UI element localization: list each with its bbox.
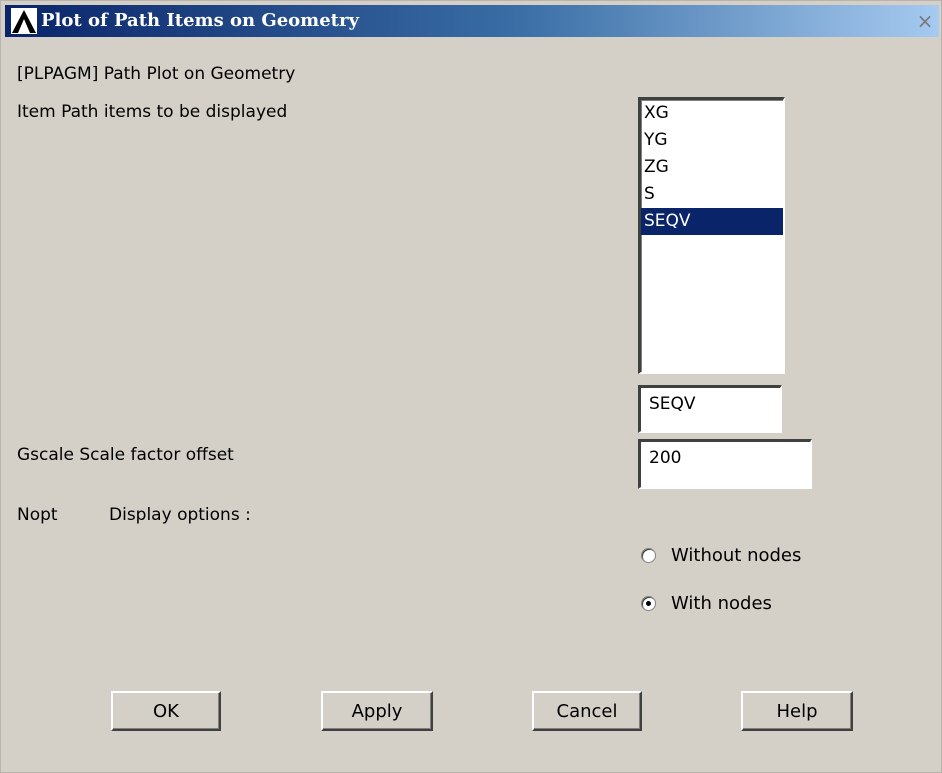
close-icon[interactable]: × [913, 9, 937, 33]
help-button[interactable]: Help [741, 691, 853, 731]
cancel-button[interactable]: Cancel [532, 691, 642, 731]
apply-button[interactable]: Apply [321, 691, 433, 731]
list-item[interactable]: XG [641, 100, 783, 127]
item-label: Item Path items to be displayed [17, 102, 288, 122]
command-label: [PLPAGM] Path Plot on Geometry [17, 64, 296, 84]
list-item[interactable]: SEQV [641, 208, 783, 235]
radio-with-nodes-label: With nodes [671, 592, 772, 614]
window-title: Plot of Path Items on Geometry [41, 10, 359, 31]
list-item[interactable]: S [641, 181, 783, 208]
ansys-logo-icon [11, 8, 37, 34]
gscale-label: Gscale Scale factor offset [17, 445, 234, 465]
scale-factor-input[interactable]: 200 [638, 439, 812, 489]
radio-button-icon[interactable] [641, 547, 656, 563]
path-items-listbox[interactable]: XG YG ZG S SEQV [638, 97, 785, 374]
list-item[interactable]: YG [641, 127, 783, 154]
radio-without-nodes[interactable]: Without nodes [641, 542, 801, 568]
radio-with-nodes[interactable]: With nodes [641, 590, 772, 616]
item-value-field[interactable]: SEQV [638, 385, 782, 433]
list-item[interactable]: ZG [641, 154, 783, 181]
nopt-key-label: Nopt [17, 505, 58, 525]
title-bar[interactable]: Plot of Path Items on Geometry × [5, 5, 939, 37]
radio-without-nodes-label: Without nodes [671, 544, 802, 566]
dialog-window: Plot of Path Items on Geometry × [PLPAGM… [0, 0, 942, 773]
ok-button[interactable]: OK [111, 691, 221, 731]
radio-button-icon[interactable] [641, 595, 656, 611]
radio-dot-icon [646, 600, 651, 606]
display-options-label: Display options : [109, 505, 251, 525]
